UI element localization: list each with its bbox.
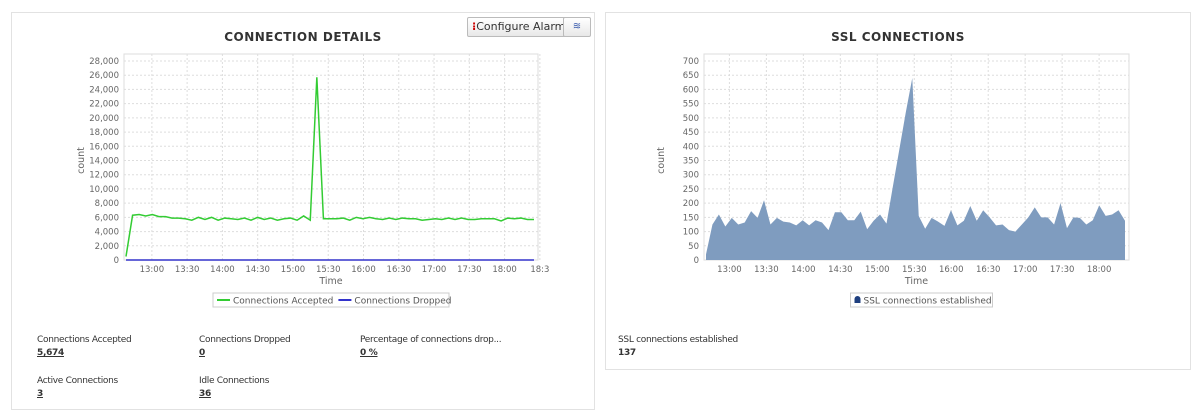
y-tick-label: 600 [683, 85, 699, 95]
ssl-connections-panel: SSL CONNECTIONS 0 50 100 150 200 250 300 350 400… [605, 12, 1191, 370]
x-tick-label: 17:30 [1050, 265, 1075, 275]
y-tick-label: 2,000 [95, 242, 119, 252]
stat-connections-accepted: Connections Accepted 5,674 [37, 335, 132, 358]
connection-details-chart: 0 2,000 4,000 6,000 8,000 10,000 12,000 14,000 1… [76, 53, 549, 308]
x-tick-label: 14:30 [828, 265, 853, 275]
stat-ssl-established: SSL connections established 137 [618, 335, 738, 358]
stat-value: 137 [618, 348, 636, 358]
y-tick-label: 50 [688, 242, 699, 252]
y-tick-label: 650 [683, 71, 699, 81]
y-tick-label: 150 [683, 213, 699, 223]
x-tick-label: 16:30 [976, 265, 1001, 275]
stat-value[interactable]: 0 % [360, 348, 501, 358]
x-tick-label: 13:30 [175, 265, 200, 275]
x-tick-label: 13:30 [754, 265, 779, 275]
x-tick-label: 14:00 [210, 265, 235, 275]
x-tick-label: 16:00 [939, 265, 964, 275]
y-tick-label: 250 [683, 185, 699, 195]
legend-label: Connections Dropped [354, 297, 451, 307]
y-tick-label: 400 [683, 142, 699, 152]
x-tick-label: 15:00 [865, 265, 890, 275]
y-tick-label: 450 [683, 128, 699, 138]
legend-swatch [854, 296, 861, 303]
y-tick-label: 10,000 [89, 185, 119, 195]
y-tick-label: 0 [694, 256, 699, 266]
y-tick-label: 6,000 [95, 213, 119, 223]
y-tick-label: 24,000 [89, 85, 119, 95]
x-tick-label: 16:00 [351, 265, 376, 275]
x-tick-label: 13:00 [717, 265, 742, 275]
x-tick-label: 17:30 [457, 265, 482, 275]
x-tick-label: 18:00 [492, 265, 517, 275]
y-axis-label: count [656, 147, 667, 174]
y-axis-label: count [76, 147, 87, 174]
y-tick-label: 20,000 [89, 114, 119, 124]
stat-value[interactable]: 5,674 [37, 348, 131, 358]
y-tick-label: 26,000 [89, 71, 119, 81]
x-tick-label: 13:00 [140, 265, 165, 275]
x-tick-label: 15:00 [281, 265, 306, 275]
y-tick-label: 500 [683, 114, 699, 124]
x-tick-label: 17:00 [422, 265, 447, 275]
y-tick-label: 0 [114, 256, 119, 266]
x-tick-label: 14:00 [791, 265, 816, 275]
x-tick-label: 14:30 [245, 265, 270, 275]
legend-label: SSL connections established [864, 297, 992, 307]
y-tick-label: 100 [683, 228, 699, 238]
stat-connections-dropped: Connections Dropped 0 [199, 335, 291, 358]
y-tick-label: 14,000 [89, 157, 119, 167]
y-tick-label: 700 [683, 57, 699, 67]
x-axis-label: Time [904, 276, 928, 287]
stat-value[interactable]: 36 [199, 389, 269, 399]
stat-active-connections: Active Connections 3 [37, 376, 118, 399]
y-tick-label: 550 [683, 100, 699, 110]
y-tick-label: 300 [683, 171, 699, 181]
stat-idle-connections: Idle Connections 36 [199, 376, 270, 399]
legend-label: Connections Accepted [233, 297, 333, 307]
y-tick-label: 18,000 [89, 128, 119, 138]
connection-details-panel: ⁝Configure Alarms ≋ CONNECTION DETAILS 0… [11, 12, 595, 410]
y-tick-label: 200 [683, 199, 699, 209]
y-tick-label: 28,000 [89, 57, 119, 67]
ssl-connections-chart: 0 50 100 150 200 250 300 350 400 450 500 550 600 650 7… [656, 53, 1130, 308]
stat-percentage-dropped: Percentage of connections drop... 0 % [360, 335, 502, 358]
x-tick-label: 18:3 [530, 265, 549, 275]
y-tick-label: 350 [683, 157, 699, 167]
y-tick-label: 22,000 [89, 100, 119, 110]
stat-value[interactable]: 3 [37, 389, 118, 399]
y-tick-label: 12,000 [89, 171, 119, 181]
plot-area [123, 53, 539, 261]
x-tick-label: 16:30 [387, 265, 412, 275]
y-tick-label: 8,000 [95, 199, 119, 209]
x-tick-label: 18:00 [1087, 265, 1112, 275]
stat-value[interactable]: 0 [199, 348, 290, 358]
x-tick-label: 15:30 [902, 265, 927, 275]
x-tick-label: 17:00 [1013, 265, 1038, 275]
x-axis-label: Time [318, 276, 342, 287]
y-tick-label: 16,000 [89, 142, 119, 152]
x-tick-label: 15:30 [316, 265, 341, 275]
y-tick-label: 4,000 [95, 228, 119, 238]
